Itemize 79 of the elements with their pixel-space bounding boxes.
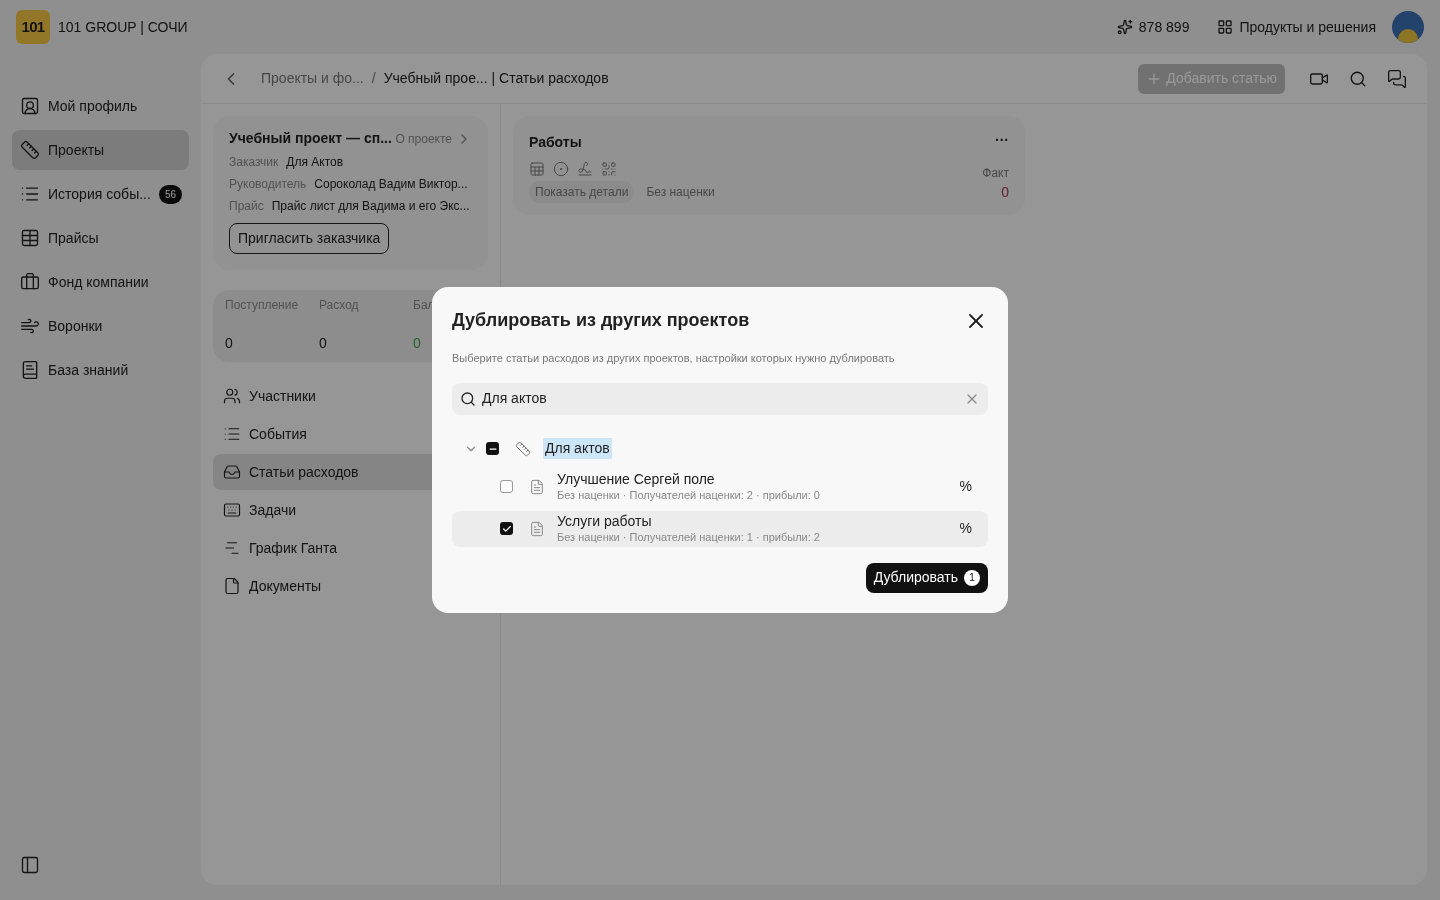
field-value: Сороколад Вадим Виктор... [314,176,468,193]
search-icon[interactable] [1349,69,1367,88]
field-label: Прайс [229,198,264,215]
project-label: Для актов [543,438,612,460]
logo: 101 [16,10,50,44]
funnel-icon [20,316,40,336]
sidebar-item[interactable]: Мой профиль [12,86,189,126]
article-title: Услуги работы [557,513,653,531]
briefcase-icon [20,272,40,292]
document-icon [529,478,545,495]
signature-icon[interactable] [577,161,593,177]
search-icon [460,390,476,407]
count-badge: 56 [158,184,182,204]
dialog-description: Выберите статьи расходов из других проектов, настройки которых нужно дублировать [452,351,896,367]
brand-name: 101 GROUP | СОЧИ [58,17,188,37]
table-icon [20,228,40,248]
stat-value: 0 [319,334,328,353]
avatar[interactable] [1392,11,1424,43]
chart-icon [223,539,241,557]
more-button[interactable]: ··· [995,130,1009,151]
article-meta: Без наценки · Получателей наценки: 2 · прибыли: 0 [557,488,821,503]
checkbox[interactable] [486,442,499,456]
percent-label: % [959,477,972,497]
tag: Без наценки [642,181,719,203]
users-icon [223,387,241,405]
field-label: Руководитель [229,176,307,193]
breadcrumb-current: Учебный прое... | Статьи расходов [383,69,609,88]
ruler-icon [20,140,40,160]
circle-icon[interactable] [553,161,569,177]
field-value: Прайс лист для Вадима и его Экс... [271,198,470,215]
grid-icon [1217,19,1234,35]
stat-label: Поступление [225,298,300,314]
ruler-icon [515,440,531,457]
percent-label: % [959,519,972,539]
keyboard-icon [223,501,241,519]
chat-icon[interactable] [1387,68,1407,89]
article-row[interactable]: Услуги работы Без наценки · Получателей наценки: 1 · прибыли: 2 % [452,510,988,547]
fact-label: Факт [982,165,1009,182]
invite-button[interactable]: Пригласить заказчика [229,223,390,254]
qr-code-icon[interactable] [601,161,617,177]
project-nav-item[interactable]: События [213,416,488,452]
inbox-icon [223,463,241,481]
count-badge: 1 [964,569,980,586]
breadcrumb-link[interactable]: Проекты и фо... [261,68,364,89]
sparkle-icon [1116,19,1133,35]
tag: Показать детали [529,181,635,203]
fact-value: 0 [1001,183,1009,202]
sidebar-item[interactable]: Проекты [12,130,189,170]
stat-value: 0 [225,334,234,353]
stat-value: 0 [413,334,422,353]
breadcrumb-separator: / [371,69,376,88]
table-icon[interactable] [529,161,545,177]
search-field[interactable]: Для актов [452,382,988,415]
products-button[interactable]: Продукты и решения [1217,16,1376,38]
balance-button[interactable]: 878 899 [1116,16,1190,38]
id-card-icon [20,96,40,116]
sidebar-item[interactable]: Воронки [12,306,189,346]
stat-label: Расход [319,298,360,314]
book-icon [20,360,40,380]
list-icon [223,425,241,443]
project-nav-item[interactable]: Документы [213,568,488,604]
field-value: Для Актов [286,154,344,171]
check-icon [501,523,512,534]
dialog-title: Дублировать из других проектов [452,309,751,333]
document-icon [529,520,545,537]
sidebar-toggle-icon[interactable] [20,855,40,875]
duplicate-button[interactable]: Дублировать 1 [865,562,988,593]
field-label: Заказчик [229,154,279,171]
article-meta: Без наценки · Получателей наценки: 1 · прибыли: 2 [557,530,821,545]
checkbox[interactable] [500,522,513,536]
card-title: Работы [529,133,583,152]
article-title: Улучшение Сергей поле [557,471,716,489]
sidebar-item[interactable]: База знаний [12,350,189,390]
sidebar-item[interactable]: Фонд компании [12,262,189,302]
checkbox[interactable] [500,480,513,494]
sidebar-item[interactable]: Прайсы [12,218,189,258]
file-icon [223,577,241,595]
sidebar-item[interactable]: История собы... 56 [12,174,189,214]
project-title: Учебный проект — сп... [229,129,393,148]
